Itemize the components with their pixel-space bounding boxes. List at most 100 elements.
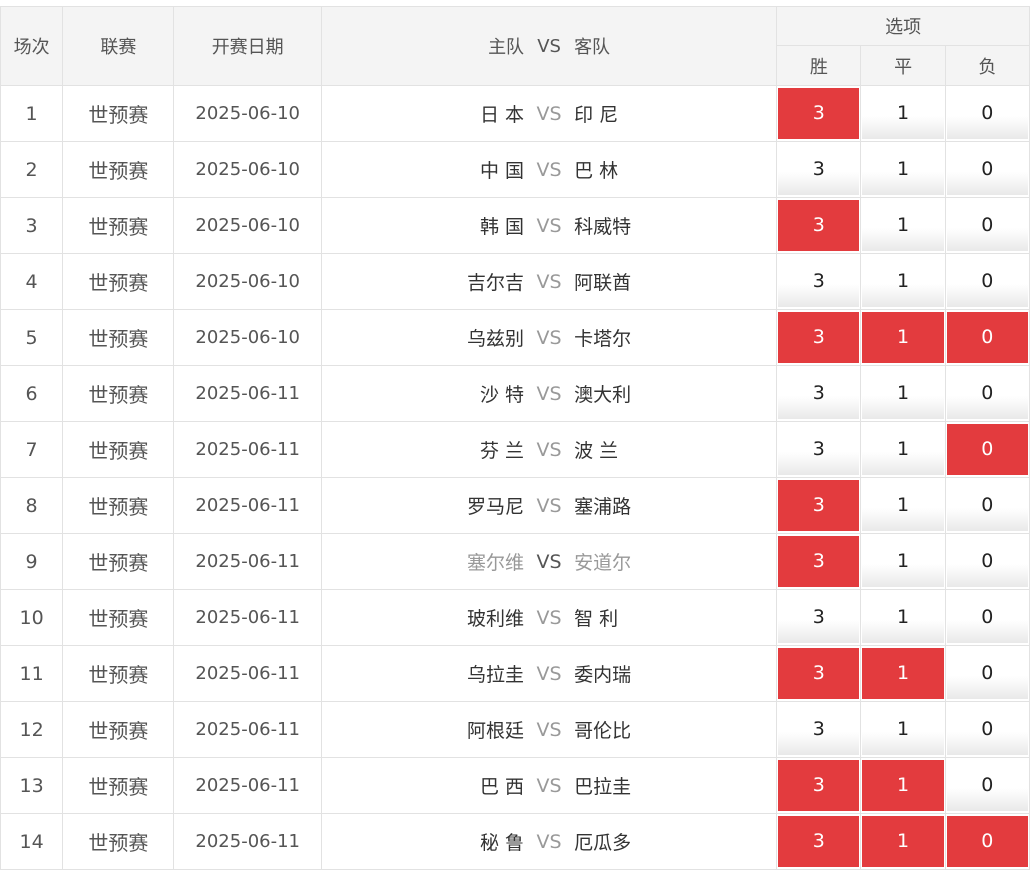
lose-cell: 0: [944, 477, 1031, 534]
match-row: 10 世预赛 2025-06-11 玻利维 VS 智 利 3 1 0: [0, 589, 1031, 646]
draw-option-button[interactable]: 1: [862, 312, 944, 363]
match-date: 2025-06-11: [173, 421, 322, 478]
win-option-button[interactable]: 3: [778, 144, 860, 195]
away-team: 巴 林: [574, 160, 619, 182]
home-team: 韩 国: [480, 216, 525, 238]
home-team: 日 本: [480, 104, 525, 126]
vs-label: VS: [536, 494, 562, 517]
match-row: 6 世预赛 2025-06-11 沙 特 VS 澳大利 3 1 0: [0, 365, 1031, 422]
draw-cell: 1: [860, 197, 946, 254]
vs-label: VS: [536, 382, 562, 405]
vs-label: VS: [536, 158, 562, 181]
win-option-button[interactable]: 3: [778, 816, 860, 867]
match-date: 2025-06-10: [173, 141, 322, 198]
lose-option-button[interactable]: 0: [946, 200, 1028, 251]
away-team: 波 兰: [574, 440, 619, 462]
match-index: 11: [0, 645, 64, 702]
lose-cell: 0: [944, 141, 1031, 198]
win-option-button[interactable]: 3: [778, 200, 860, 251]
lose-cell: 0: [944, 365, 1031, 422]
match-index: 7: [0, 421, 64, 478]
draw-option-button[interactable]: 1: [862, 424, 944, 475]
lose-option-button[interactable]: 0: [946, 144, 1028, 195]
match-teams: 韩 国 VS 科威特: [320, 197, 778, 254]
lose-cell: 0: [944, 253, 1031, 310]
match-league: 世预赛: [62, 309, 175, 366]
lose-option-button[interactable]: 0: [946, 480, 1028, 531]
lose-option-button[interactable]: 0: [946, 256, 1028, 307]
draw-option-button[interactable]: 1: [862, 592, 944, 643]
lose-option-button[interactable]: 0: [946, 368, 1028, 419]
win-option-button[interactable]: 3: [778, 592, 860, 643]
win-cell: 3: [776, 309, 862, 366]
lose-cell: 0: [944, 589, 1031, 646]
win-cell: 3: [776, 197, 862, 254]
draw-cell: 1: [860, 589, 946, 646]
vs-label: VS: [536, 102, 562, 125]
vs-label: VS: [536, 662, 562, 685]
win-option-button[interactable]: 3: [778, 480, 860, 531]
win-cell: 3: [776, 421, 862, 478]
match-index: 3: [0, 197, 64, 254]
lose-option-button[interactable]: 0: [946, 536, 1028, 587]
draw-option-button[interactable]: 1: [862, 760, 944, 811]
lose-option-button[interactable]: 0: [946, 704, 1028, 755]
away-team: 卡塔尔: [574, 328, 632, 350]
header-home: 主队: [488, 37, 525, 58]
win-cell: 3: [776, 701, 862, 758]
win-option-button[interactable]: 3: [778, 424, 860, 475]
draw-cell: 1: [860, 477, 946, 534]
draw-option-button[interactable]: 1: [862, 816, 944, 867]
match-row: 8 世预赛 2025-06-11 罗马尼 VS 塞浦路 3 1 0: [0, 477, 1031, 534]
win-option-button[interactable]: 3: [778, 536, 860, 587]
lose-option-button[interactable]: 0: [946, 312, 1028, 363]
draw-option-button[interactable]: 1: [862, 648, 944, 699]
match-row: 14 世预赛 2025-06-11 秘 鲁 VS 厄瓜多 3 1 0: [0, 813, 1031, 870]
lose-option-button[interactable]: 0: [946, 88, 1028, 139]
draw-option-button[interactable]: 1: [862, 144, 944, 195]
win-cell: 3: [776, 141, 862, 198]
lose-option-button[interactable]: 0: [946, 592, 1028, 643]
away-team: 委内瑞: [574, 664, 632, 686]
match-date: 2025-06-11: [173, 477, 322, 534]
win-option-button[interactable]: 3: [778, 648, 860, 699]
win-option-button[interactable]: 3: [778, 704, 860, 755]
match-league: 世预赛: [62, 141, 175, 198]
draw-option-button[interactable]: 1: [862, 200, 944, 251]
win-option-button[interactable]: 3: [778, 312, 860, 363]
header-match: 主队 VS 客队: [320, 6, 778, 86]
draw-option-button[interactable]: 1: [862, 536, 944, 587]
header-lose: 负: [944, 45, 1031, 86]
draw-option-button[interactable]: 1: [862, 704, 944, 755]
draw-option-button[interactable]: 1: [862, 256, 944, 307]
vs-label: VS: [536, 606, 562, 629]
vs-label: VS: [536, 326, 562, 349]
draw-cell: 1: [860, 645, 946, 702]
lose-option-button[interactable]: 0: [946, 760, 1028, 811]
win-cell: 3: [776, 589, 862, 646]
win-cell: 3: [776, 813, 862, 870]
match-teams: 日 本 VS 印 尼: [320, 85, 778, 142]
draw-cell: 1: [860, 85, 946, 142]
home-team: 乌拉圭: [467, 664, 525, 686]
draw-option-button[interactable]: 1: [862, 88, 944, 139]
vs-label: VS: [536, 718, 562, 741]
vs-label: VS: [536, 214, 562, 237]
lose-option-button[interactable]: 0: [946, 648, 1028, 699]
header-away: 客队: [574, 37, 611, 58]
win-option-button[interactable]: 3: [778, 88, 860, 139]
lose-option-button[interactable]: 0: [946, 424, 1028, 475]
win-option-button[interactable]: 3: [778, 760, 860, 811]
match-row: 3 世预赛 2025-06-10 韩 国 VS 科威特 3 1 0: [0, 197, 1031, 254]
draw-option-button[interactable]: 1: [862, 368, 944, 419]
home-team: 秘 鲁: [480, 832, 525, 854]
win-option-button[interactable]: 3: [778, 256, 860, 307]
win-option-button[interactable]: 3: [778, 368, 860, 419]
draw-option-button[interactable]: 1: [862, 480, 944, 531]
away-team: 塞浦路: [574, 496, 632, 518]
lose-cell: 0: [944, 309, 1031, 366]
draw-cell: 1: [860, 421, 946, 478]
vs-label: VS: [536, 774, 562, 797]
lose-option-button[interactable]: 0: [946, 816, 1028, 867]
lose-cell: 0: [944, 757, 1031, 814]
